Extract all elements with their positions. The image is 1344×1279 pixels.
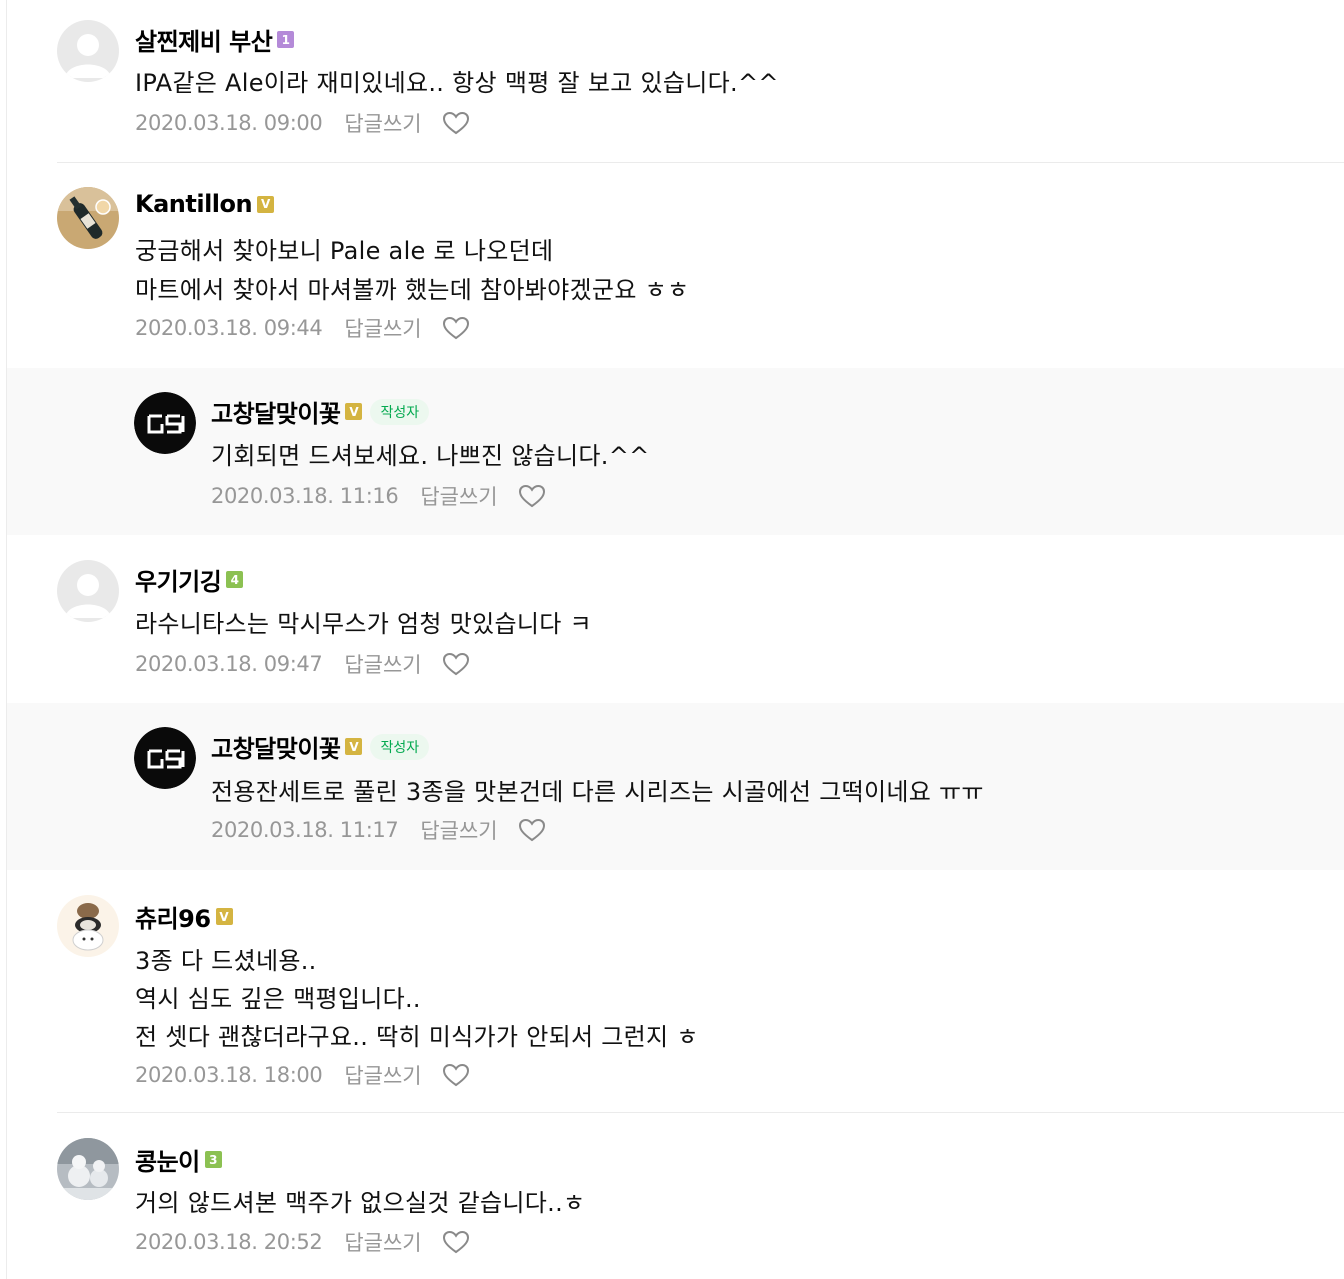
comment-date: 2020.03.18. 09:47: [135, 652, 323, 676]
comment-text: 라수니타스는 막시무스가 엄청 맛있습니다 ㅋ: [135, 610, 592, 638]
level-badge: 3: [204, 1151, 222, 1168]
comment-date: 2020.03.18. 11:17: [211, 818, 399, 842]
comment-text: 전용잔세트로 풀린 3종을 맛본건데 다른 시리즈는 시골에선 그떡이네요 ㅠㅠ: [211, 778, 984, 806]
author-name[interactable]: 우기기깅: [135, 562, 222, 597]
comment-text: 마트에서 찾아서 마셔볼까 했는데 참아봐야겠군요 ㅎㅎ: [135, 276, 690, 304]
writer-badge: 작성자: [370, 733, 430, 760]
gsd-logo: [134, 727, 196, 789]
author-name[interactable]: Kantillon: [135, 190, 253, 218]
comment-text: 기회되면 드셔보세요. 나쁘진 않습니다.^^: [211, 442, 650, 470]
avatar[interactable]: [57, 895, 119, 957]
comment-item: Kantillon V 궁금해서 찾아보니 Pale ale 로 나오던데 마트…: [7, 163, 1344, 367]
gsd-logo: [134, 392, 196, 454]
reply-button[interactable]: 답글쓰기: [344, 649, 421, 679]
avatar[interactable]: [57, 20, 119, 82]
author-name[interactable]: 콩눈이: [135, 1142, 200, 1177]
beer-bottle-photo: [57, 187, 119, 249]
comment-text: 전 셋다 괜찮더라구요.. 딱히 미식가가 안되서 그런지 ㅎ: [135, 1023, 699, 1051]
comment-item: 콩눈이 3 거의 않드셔본 맥주가 없으실것 같습니다..ㅎ 2020.03.1…: [7, 1113, 1344, 1279]
comment-text: 역시 심도 깊은 맥평입니다..: [135, 985, 421, 1013]
author-name[interactable]: 살찐제비 부산: [135, 22, 273, 57]
comment-text: 거의 않드셔본 맥주가 없으실것 같습니다..ㅎ: [135, 1189, 586, 1217]
like-heart-icon[interactable]: [442, 316, 470, 340]
comment-date: 2020.03.18. 09:44: [135, 316, 323, 340]
bear-illustration: [57, 895, 119, 957]
level-badge: 4: [226, 571, 244, 588]
author-name[interactable]: 고창달맞이꽃: [211, 394, 341, 429]
reply-button[interactable]: 답글쓰기: [344, 108, 421, 138]
avatar[interactable]: [57, 560, 119, 622]
avatar[interactable]: [134, 727, 196, 789]
default-profile-icon: [57, 560, 119, 622]
comment-date: 2020.03.18. 18:00: [135, 1063, 323, 1087]
level-badge: V: [257, 195, 275, 213]
level-badge: V: [215, 908, 233, 925]
like-heart-icon[interactable]: [442, 1230, 470, 1254]
reply-button[interactable]: 답글쓰기: [420, 815, 497, 845]
reply-button[interactable]: 답글쓰기: [344, 313, 421, 343]
comment-text: 3종 다 드셨네용..: [135, 947, 317, 975]
level-badge: V: [345, 403, 363, 420]
comment-item: 우기기깅 4 라수니타스는 막시무스가 엄청 맛있습니다 ㅋ 2020.03.1…: [7, 536, 1344, 702]
comment-list: 살찐제비 부산 1 IPA같은 Ale이라 재미있네요.. 항상 맥평 잘 보고…: [6, 0, 1344, 1279]
avatar[interactable]: [57, 1138, 119, 1200]
reply-comment-item: 고창달맞이꽃 V 작성자 전용잔세트로 풀린 3종을 맛본건데 다른 시리즈는 …: [7, 703, 1344, 870]
comment-text: IPA같은 Ale이라 재미있네요.. 항상 맥평 잘 보고 있습니다.^^: [135, 69, 779, 97]
comment-date: 2020.03.18. 09:00: [135, 111, 323, 135]
like-heart-icon[interactable]: [442, 111, 470, 135]
comment-item: 츄리96 V 3종 다 드셨네용.. 역시 심도 깊은 맥평입니다.. 전 셋다…: [7, 871, 1344, 1112]
reply-comment-item: 고창달맞이꽃 V 작성자 기회되면 드셔보세요. 나쁘진 않습니다.^^ 202…: [7, 368, 1344, 535]
comment-item: 살찐제비 부산 1 IPA같은 Ale이라 재미있네요.. 항상 맥평 잘 보고…: [7, 0, 1344, 162]
reply-button[interactable]: 답글쓰기: [344, 1227, 421, 1257]
like-heart-icon[interactable]: [518, 484, 546, 508]
author-name[interactable]: 고창달맞이꽃: [211, 729, 341, 764]
author-name[interactable]: 츄리96: [135, 899, 211, 934]
comment-date: 2020.03.18. 11:16: [211, 484, 399, 508]
writer-badge: 작성자: [370, 398, 430, 425]
level-badge: 1: [277, 31, 295, 48]
comment-date: 2020.03.18. 20:52: [135, 1230, 323, 1254]
default-profile-icon: [57, 20, 119, 82]
reply-button[interactable]: 답글쓰기: [420, 481, 497, 511]
like-heart-icon[interactable]: [518, 818, 546, 842]
reply-button[interactable]: 답글쓰기: [344, 1060, 421, 1090]
avatar[interactable]: [134, 392, 196, 454]
snowman-photo: [57, 1138, 119, 1200]
level-badge: V: [345, 738, 363, 755]
like-heart-icon[interactable]: [442, 652, 470, 676]
comment-text: 궁금해서 찾아보니 Pale ale 로 나오던데: [135, 237, 554, 265]
like-heart-icon[interactable]: [442, 1063, 470, 1087]
avatar[interactable]: [57, 187, 119, 249]
